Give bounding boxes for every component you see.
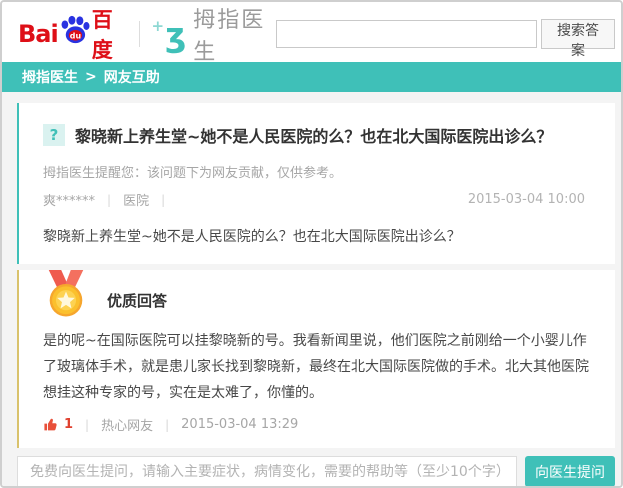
like-button[interactable]: 1 xyxy=(43,417,73,432)
search-area: 搜索答案 xyxy=(276,19,615,49)
header: Bai du 百度 + ʒ 拇指医生 搜索答案 xyxy=(2,2,621,62)
question-title: 黎晓新上养生堂~她不是人民医院的么？也在北大国际医院出诊么？ xyxy=(75,123,552,147)
breadcrumb-separator: > xyxy=(85,69,97,85)
baidu-logo-cn: 百度 xyxy=(92,4,125,64)
product-name: 拇指医生 xyxy=(193,2,276,66)
asker-name: 爽****** xyxy=(43,190,95,209)
baidu-logo[interactable]: Bai du 百度 xyxy=(18,4,125,64)
question-meta: 爽****** | 医院 | 2015-03-04 10:00 xyxy=(43,190,595,209)
baidu-paw-icon: du xyxy=(59,15,91,48)
ask-question-input[interactable] xyxy=(17,456,517,487)
muzhi-doctor-logo[interactable]: + ʒ 拇指医生 xyxy=(152,2,277,66)
meta-separator: | xyxy=(161,193,165,207)
responder-name: 热心网友 xyxy=(101,415,153,434)
like-count: 1 xyxy=(64,417,73,432)
breadcrumb: 拇指医生 > 网友互助 xyxy=(2,62,621,92)
page: Bai du 百度 + ʒ 拇指医生 搜索答案 xyxy=(0,0,623,488)
content: ? 黎晓新上养生堂~她不是人民医院的么？也在北大国际医院出诊么？ 拇指医生提醒您… xyxy=(2,92,621,486)
search-answers-button[interactable]: 搜索答案 xyxy=(541,19,615,49)
question-mark-icon: ? xyxy=(43,124,65,146)
svg-text:du: du xyxy=(70,31,81,40)
breadcrumb-current: 网友互助 xyxy=(104,67,160,87)
ask-doctor-bar: 向医生提问 xyxy=(17,456,615,487)
question-body: 黎晓新上养生堂~她不是人民医院的么？也在北大国际医院出诊么？ xyxy=(43,226,595,248)
logo-divider xyxy=(139,21,140,47)
category-link[interactable]: 医院 xyxy=(123,190,149,209)
breadcrumb-home[interactable]: 拇指医生 xyxy=(22,67,78,87)
thumbs-up-icon xyxy=(43,417,58,432)
foot-separator: | xyxy=(165,418,169,432)
thumb-logo-icon: ʒ xyxy=(165,18,186,51)
meta-separator: | xyxy=(107,193,111,207)
baidu-logo-bai: Bai xyxy=(18,20,58,48)
answer-card: 优质回答 是的呢~在国际医院可以挂黎晓新的号。我看新闻里说，他们医院之前刚给一个… xyxy=(17,270,615,448)
answer-footer: 1 | 热心网友 | 2015-03-04 13:29 xyxy=(43,415,595,434)
best-answer-label: 优质回答 xyxy=(107,290,167,311)
foot-separator: | xyxy=(85,418,89,432)
question-timestamp: 2015-03-04 10:00 xyxy=(468,192,595,207)
question-title-row: ? 黎晓新上养生堂~她不是人民医院的么？也在北大国际医院出诊么？ xyxy=(43,123,595,147)
disclaimer-text: 拇指医生提醒您：该问题下为网友贡献，仅供参考。 xyxy=(43,162,595,181)
answer-header: 优质回答 xyxy=(43,270,595,318)
search-input[interactable] xyxy=(276,20,537,48)
answer-timestamp: 2015-03-04 13:29 xyxy=(181,417,298,432)
ask-doctor-button[interactable]: 向医生提问 xyxy=(525,456,615,487)
plus-icon: + xyxy=(152,17,165,35)
question-card: ? 黎晓新上养生堂~她不是人民医院的么？也在北大国际医院出诊么？ 拇指医生提醒您… xyxy=(17,103,615,264)
answer-body: 是的呢~在国际医院可以挂黎晓新的号。我看新闻里说，他们医院之前刚给一个小婴儿作了… xyxy=(43,328,595,406)
medal-icon xyxy=(43,270,89,318)
